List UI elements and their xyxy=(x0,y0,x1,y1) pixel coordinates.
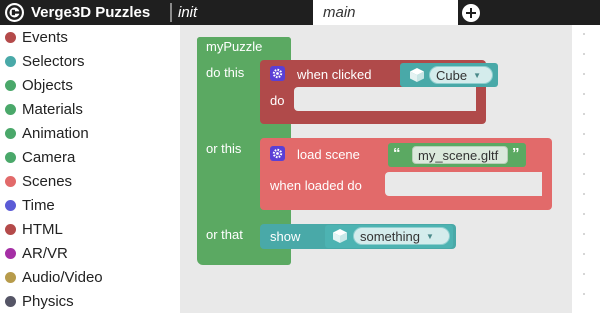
grid-dot xyxy=(583,293,585,295)
object-dropdown-cube[interactable]: Cube ▼ xyxy=(429,66,493,84)
category-html[interactable]: HTML xyxy=(0,217,180,241)
category-materials[interactable]: Materials xyxy=(0,97,180,121)
load-scene-label: load scene xyxy=(297,147,360,162)
category-label: Selectors xyxy=(22,52,85,70)
category-dot-icon xyxy=(5,79,16,91)
workspace-right-panel xyxy=(572,25,600,313)
category-selectors[interactable]: Selectors xyxy=(0,49,180,73)
or-this-label: or this xyxy=(206,141,242,156)
category-scenes[interactable]: Scenes xyxy=(0,169,180,193)
category-dot-icon xyxy=(5,103,16,115)
when-clicked-do-label: do xyxy=(270,93,285,108)
grid-dot xyxy=(583,253,585,255)
chevron-down-icon: ▼ xyxy=(425,231,434,241)
category-time[interactable]: Time xyxy=(0,193,180,217)
scene-filename-value: my_scene.gltf xyxy=(418,147,499,163)
category-label: Materials xyxy=(22,100,83,118)
procedure-name[interactable]: myPuzzle xyxy=(206,39,262,54)
tab-main-label: main xyxy=(323,4,356,21)
app-brand[interactable]: Verge3D Puzzles xyxy=(0,0,168,25)
app-title: Verge3D Puzzles xyxy=(31,4,151,21)
category-label: Events xyxy=(22,28,68,46)
category-audio-video[interactable]: Audio/Video xyxy=(0,265,180,289)
object-dropdown-value: something xyxy=(360,228,420,244)
chevron-down-icon: ▼ xyxy=(473,70,481,80)
grid-dot xyxy=(583,53,585,55)
category-label: HTML xyxy=(22,220,63,238)
grid-dot xyxy=(583,73,585,75)
load-scene-slot-right xyxy=(542,172,552,196)
category-camera[interactable]: Camera xyxy=(0,145,180,169)
category-events[interactable]: Events xyxy=(0,25,180,49)
gear-icon[interactable] xyxy=(270,146,285,161)
category-dot-icon xyxy=(5,175,16,187)
category-dot-icon xyxy=(5,199,16,211)
add-tab-icon[interactable] xyxy=(462,4,480,22)
category-label: Physics xyxy=(22,292,74,310)
top-bar: Verge3D Puzzles init main xyxy=(0,0,600,25)
category-label: Objects xyxy=(22,76,73,94)
grid-dot xyxy=(583,173,585,175)
grid-dot xyxy=(583,133,585,135)
category-dot-icon xyxy=(5,223,16,235)
close-quote-icon: ” xyxy=(512,145,520,162)
category-ar-vr[interactable]: AR/VR xyxy=(0,241,180,265)
do-this-label: do this xyxy=(206,65,245,80)
tab-separator xyxy=(170,3,172,22)
category-dot-icon xyxy=(5,31,16,43)
category-physics[interactable]: Physics xyxy=(0,289,180,313)
category-animation[interactable]: Animation xyxy=(0,121,180,145)
grid-dot xyxy=(583,153,585,155)
tab-init-label: init xyxy=(178,4,198,21)
grid-dot xyxy=(583,273,585,275)
category-label: Animation xyxy=(22,124,89,142)
category-label: Camera xyxy=(22,148,76,166)
object-dropdown-value: Cube xyxy=(436,67,468,83)
category-label: AR/VR xyxy=(22,244,68,262)
category-label: Scenes xyxy=(22,172,73,190)
tab-init[interactable]: init xyxy=(178,0,308,25)
open-quote-icon: “ xyxy=(393,145,401,162)
scene-filename-field[interactable]: my_scene.gltf xyxy=(412,146,508,164)
cube-icon xyxy=(333,229,347,243)
grid-dot xyxy=(583,113,585,115)
show-label: show xyxy=(270,229,301,244)
category-label: Audio/Video xyxy=(22,268,103,286)
grid-dot xyxy=(583,193,585,195)
category-dot-icon xyxy=(5,127,16,139)
workspace[interactable]: myPuzzle do this or this or that when cl… xyxy=(180,25,572,313)
when-clicked-label: when clicked xyxy=(297,67,372,82)
category-label: Time xyxy=(22,196,55,214)
category-dot-icon xyxy=(5,55,16,67)
gear-icon[interactable] xyxy=(270,66,285,81)
category-dot-icon xyxy=(5,295,16,307)
category-dot-icon xyxy=(5,151,16,163)
or-that-label: or that xyxy=(206,227,243,242)
grid-dot xyxy=(583,233,585,235)
verge3d-logo-icon xyxy=(5,3,24,22)
grid-dot xyxy=(583,33,585,35)
category-dot-icon xyxy=(5,247,16,259)
tab-main[interactable]: main xyxy=(313,0,458,25)
when-clicked-do-slot[interactable] xyxy=(294,87,486,111)
cube-icon xyxy=(410,68,424,82)
grid-dot xyxy=(583,93,585,95)
category-objects[interactable]: Objects xyxy=(0,73,180,97)
when-clicked-do-slot-right xyxy=(476,87,486,111)
object-dropdown-something[interactable]: something ▼ xyxy=(353,227,450,245)
when-loaded-do-slot[interactable] xyxy=(385,172,552,196)
toolbox: Events Selectors Objects Materials Anima… xyxy=(0,25,180,313)
grid-dot xyxy=(583,213,585,215)
category-dot-icon xyxy=(5,271,16,283)
when-loaded-label: when loaded do xyxy=(270,178,362,193)
